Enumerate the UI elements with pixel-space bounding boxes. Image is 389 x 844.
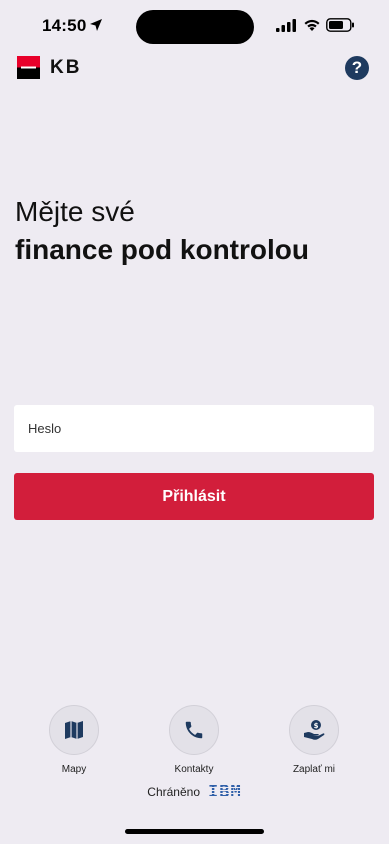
contacts-shortcut[interactable]: Kontakty	[144, 705, 244, 775]
login-button[interactable]: Přihlásit	[14, 473, 374, 520]
ibm-logo: IBM	[208, 782, 242, 802]
maps-shortcut-circle[interactable]	[49, 705, 99, 755]
status-bar: 14:50	[0, 0, 389, 54]
pay-me-shortcut-circle[interactable]: $	[289, 705, 339, 755]
wifi-icon	[304, 19, 320, 31]
maps-label: Mapy	[61, 764, 87, 775]
page-title: Mějte své finance pod kontrolou	[15, 193, 355, 269]
headline-line-1: Mějte své	[15, 196, 135, 227]
kb-logo: KB	[17, 56, 81, 79]
kb-logo-mark	[17, 56, 40, 79]
pay-me-label: Zaplať mi	[292, 764, 336, 775]
app-header: KB ?	[0, 56, 389, 82]
dynamic-island	[136, 10, 254, 44]
battery-icon	[326, 18, 354, 32]
kb-logo-text: KB	[50, 56, 82, 78]
protected-by: Chráněno IBM	[0, 782, 389, 802]
map-icon	[65, 721, 83, 739]
maps-shortcut[interactable]: Mapy	[24, 705, 124, 775]
headline-line-2: finance pod kontrolou	[15, 234, 309, 265]
contacts-label: Kontakty	[174, 764, 214, 775]
svg-text:$: $	[314, 722, 319, 730]
phone-icon	[185, 721, 203, 739]
location-arrow-icon	[90, 19, 102, 31]
help-button[interactable]: ?	[345, 56, 369, 80]
cellular-signal-icon	[276, 19, 296, 32]
pay-me-shortcut[interactable]: $ Zaplať mi	[264, 705, 364, 775]
pay-me-icon: $	[304, 720, 325, 740]
protected-label: Chráněno	[147, 785, 200, 799]
status-time: 14:50	[42, 16, 87, 35]
password-field[interactable]	[14, 405, 374, 452]
home-indicator[interactable]	[125, 829, 264, 834]
contacts-shortcut-circle[interactable]	[169, 705, 219, 755]
